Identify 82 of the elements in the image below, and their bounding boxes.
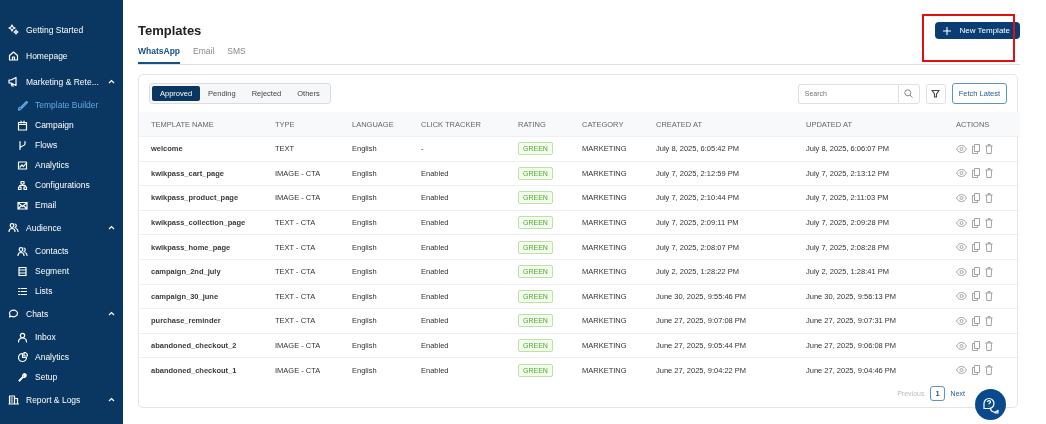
trash-icon[interactable] (985, 242, 993, 253)
eye-icon[interactable] (956, 243, 967, 252)
sidebar-item[interactable]: Setup (0, 367, 123, 387)
trash-icon[interactable] (985, 340, 993, 351)
sidebar-item[interactable]: Campaign (0, 115, 123, 135)
person-icon (17, 331, 28, 343)
help-chat-button[interactable] (975, 389, 1006, 420)
caret-up-icon[interactable] (108, 79, 115, 84)
sidebar-item[interactable]: Configurations (0, 175, 123, 195)
hierarchy-icon (17, 179, 28, 191)
copy-icon[interactable] (972, 315, 980, 326)
megaphone-icon (8, 76, 19, 87)
caret-up-icon[interactable] (108, 397, 115, 402)
chart-icon (17, 159, 28, 171)
sidebar-item[interactable]: Chats (0, 301, 123, 326)
brush-icon (17, 99, 28, 111)
sidebar-item[interactable]: Inbox (0, 327, 123, 347)
eye-icon[interactable] (956, 194, 967, 202)
sidebar-item[interactable]: Getting Started (0, 17, 123, 42)
caret-up-icon[interactable] (108, 311, 115, 316)
people-icon (8, 222, 19, 233)
copy-icon[interactable] (972, 291, 980, 302)
plus-icon (943, 26, 952, 35)
eye-icon[interactable] (956, 316, 967, 325)
list-icon (17, 285, 28, 297)
sidebar-item[interactable]: Homepage (0, 43, 123, 68)
eye-icon[interactable] (956, 341, 967, 350)
envelope-icon (17, 199, 28, 211)
new-template-button[interactable]: New Template (935, 22, 1020, 39)
copy-icon[interactable] (972, 143, 980, 154)
trash-icon[interactable] (985, 193, 993, 203)
branch-icon (17, 139, 28, 151)
trash-icon[interactable] (985, 365, 993, 376)
sidebar-item[interactable]: Analytics (0, 347, 123, 367)
sidebar-item[interactable]: Flows (0, 135, 123, 155)
tab[interactable]: SMS (227, 43, 246, 64)
eye-icon[interactable] (956, 169, 967, 178)
segment-icon (17, 265, 28, 277)
copy-icon[interactable] (972, 340, 980, 351)
sidebar-item[interactable]: Analytics (0, 155, 123, 175)
sparkle-icon (8, 24, 19, 35)
home-icon (8, 50, 19, 61)
building-icon (8, 394, 19, 405)
tab[interactable]: WhatsApp (138, 43, 181, 64)
eye-icon[interactable] (956, 292, 967, 301)
wrench-icon (17, 371, 28, 383)
search-icon (904, 89, 914, 98)
sidebar-item[interactable]: Marketing & Rete... (0, 69, 123, 94)
eye-icon[interactable] (956, 144, 967, 153)
eye-icon[interactable] (956, 366, 967, 375)
help-chat-icon (981, 395, 1000, 414)
filter-button[interactable] (925, 83, 946, 104)
sidebar-item[interactable]: Segment (0, 261, 123, 281)
trash-icon[interactable] (985, 266, 993, 277)
sidebar-item[interactable]: Template Builder (0, 95, 123, 115)
sidebar-item[interactable]: Contacts (0, 241, 123, 261)
people-icon (17, 245, 28, 257)
copy-icon[interactable] (972, 242, 980, 253)
tab[interactable]: Email (193, 43, 215, 64)
sidebar-item[interactable]: Audience (0, 215, 123, 240)
trash-icon[interactable] (985, 217, 993, 228)
eye-icon[interactable] (956, 218, 967, 227)
pie-chart-icon (17, 351, 28, 363)
trash-icon[interactable] (985, 315, 993, 326)
trash-icon[interactable] (985, 143, 993, 154)
trash-icon[interactable] (985, 291, 993, 302)
sidebar-item[interactable]: Email (0, 195, 123, 215)
filter-icon (931, 89, 941, 98)
eye-icon[interactable] (956, 267, 967, 276)
trash-icon[interactable] (985, 168, 993, 179)
chat-icon (8, 308, 19, 319)
copy-icon[interactable] (972, 168, 980, 179)
caret-up-icon[interactable] (108, 225, 115, 230)
sidebar-item[interactable]: Lists (0, 281, 123, 301)
copy-icon[interactable] (972, 365, 980, 376)
copy-icon[interactable] (972, 266, 980, 277)
search-button[interactable] (897, 83, 920, 104)
sidebar-item[interactable]: Report & Logs (0, 387, 123, 412)
page-title: Templates (138, 23, 202, 38)
copy-icon[interactable] (972, 217, 980, 228)
copy-icon[interactable] (972, 193, 980, 203)
calendar-icon (17, 119, 28, 131)
